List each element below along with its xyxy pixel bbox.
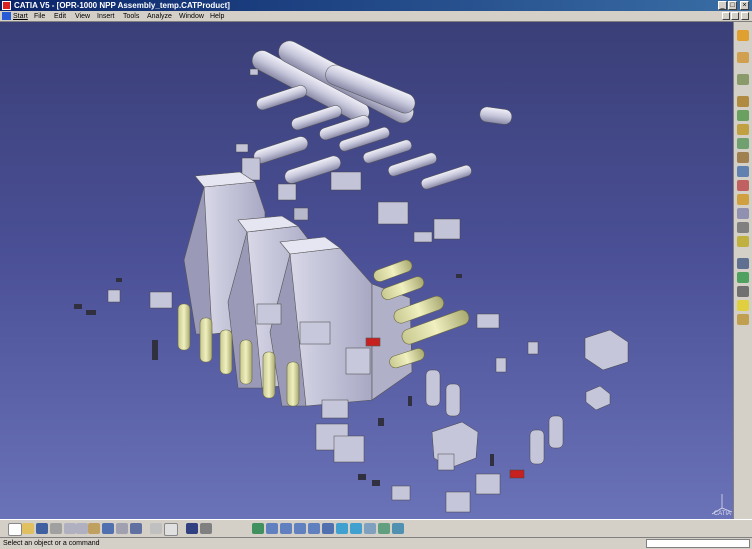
angle-icon[interactable] [737,166,749,177]
copy-icon[interactable] [76,523,88,534]
light-icon[interactable] [737,314,749,325]
title-bar: CATIA V5 - [OPR-1000 NPP Assembly_temp.C… [0,0,752,11]
catia-app-icon[interactable] [2,1,11,10]
close-window-button[interactable]: × [740,1,749,10]
save-icon[interactable] [36,523,48,534]
normal-view-icon[interactable] [322,523,334,534]
doc-close-button[interactable] [741,12,749,20]
zoom-in-icon[interactable] [294,523,306,534]
command-input[interactable] [646,539,750,548]
offset-icon[interactable] [737,152,749,163]
menu-insert[interactable]: Insert [97,11,115,22]
scene-icon[interactable] [737,286,749,297]
snap-icon[interactable] [737,194,749,205]
menu-help[interactable]: Help [210,11,224,22]
start-icon [2,12,11,20]
undo-icon[interactable] [102,523,114,534]
measure-icon[interactable] [200,523,212,534]
constraint-icon[interactable] [737,96,749,107]
open-icon[interactable] [22,523,34,534]
apply-material-icon[interactable] [392,523,404,534]
manipulation-icon[interactable] [737,180,749,191]
clash-icon[interactable] [737,222,749,233]
menu-edit[interactable]: Edit [54,11,66,22]
right-toolbar [733,22,752,519]
paste-icon[interactable] [88,523,100,534]
menu-start[interactable]: Start [13,11,28,22]
doc-minimize-button[interactable] [722,12,730,20]
cut-icon[interactable] [64,523,76,534]
assembly-icon[interactable] [737,74,749,85]
catalog-icon[interactable] [737,258,749,269]
rotate-icon[interactable] [280,523,292,534]
whats-this-icon[interactable] [130,523,142,534]
bulb-icon[interactable] [737,300,749,311]
views-icon[interactable] [336,523,348,534]
update-icon[interactable] [737,236,749,247]
redo-icon[interactable] [116,523,128,534]
new-icon[interactable] [8,523,22,536]
assembly-scene [74,40,733,515]
zoom-out-icon[interactable] [308,523,320,534]
catia-logo: CATIA [713,511,731,517]
menu-file[interactable]: File [34,11,45,22]
menu-window[interactable]: Window [179,11,204,22]
fix-icon[interactable] [737,110,749,121]
fit-all-icon[interactable] [252,523,264,534]
bottom-toolbar [0,519,752,537]
render-style-icon[interactable] [350,523,362,534]
menu-bar: Start File Edit View Insert Tools Analyz… [0,11,752,22]
3d-viewport[interactable]: CATIA [0,22,733,519]
window-title: CATIA V5 - [OPR-1000 NPP Assembly_temp.C… [14,1,230,10]
menu-view[interactable]: View [75,11,90,22]
doc-restore-button[interactable] [731,12,739,20]
pan-icon[interactable] [266,523,278,534]
comment-icon[interactable] [164,523,178,536]
formula-icon[interactable] [150,523,162,534]
contact-icon[interactable] [737,138,749,149]
maximize-window-button[interactable]: □ [728,1,737,10]
hide-show-icon[interactable] [364,523,376,534]
sketcher-icon[interactable] [737,30,749,41]
menu-analyze[interactable]: Analyze [147,11,172,22]
component-icon[interactable] [737,272,749,283]
swap-visible-icon[interactable] [378,523,390,534]
catalog-browser-icon[interactable] [186,523,198,534]
explode-icon[interactable] [737,208,749,219]
minimize-window-button[interactable]: _ [718,1,727,10]
status-bar: Select an object or a command [0,537,752,549]
print-icon[interactable] [50,523,62,534]
status-prompt: Select an object or a command [3,540,100,547]
part-design-icon[interactable] [737,52,749,63]
coincidence-icon[interactable] [737,124,749,135]
menu-tools[interactable]: Tools [123,11,139,22]
